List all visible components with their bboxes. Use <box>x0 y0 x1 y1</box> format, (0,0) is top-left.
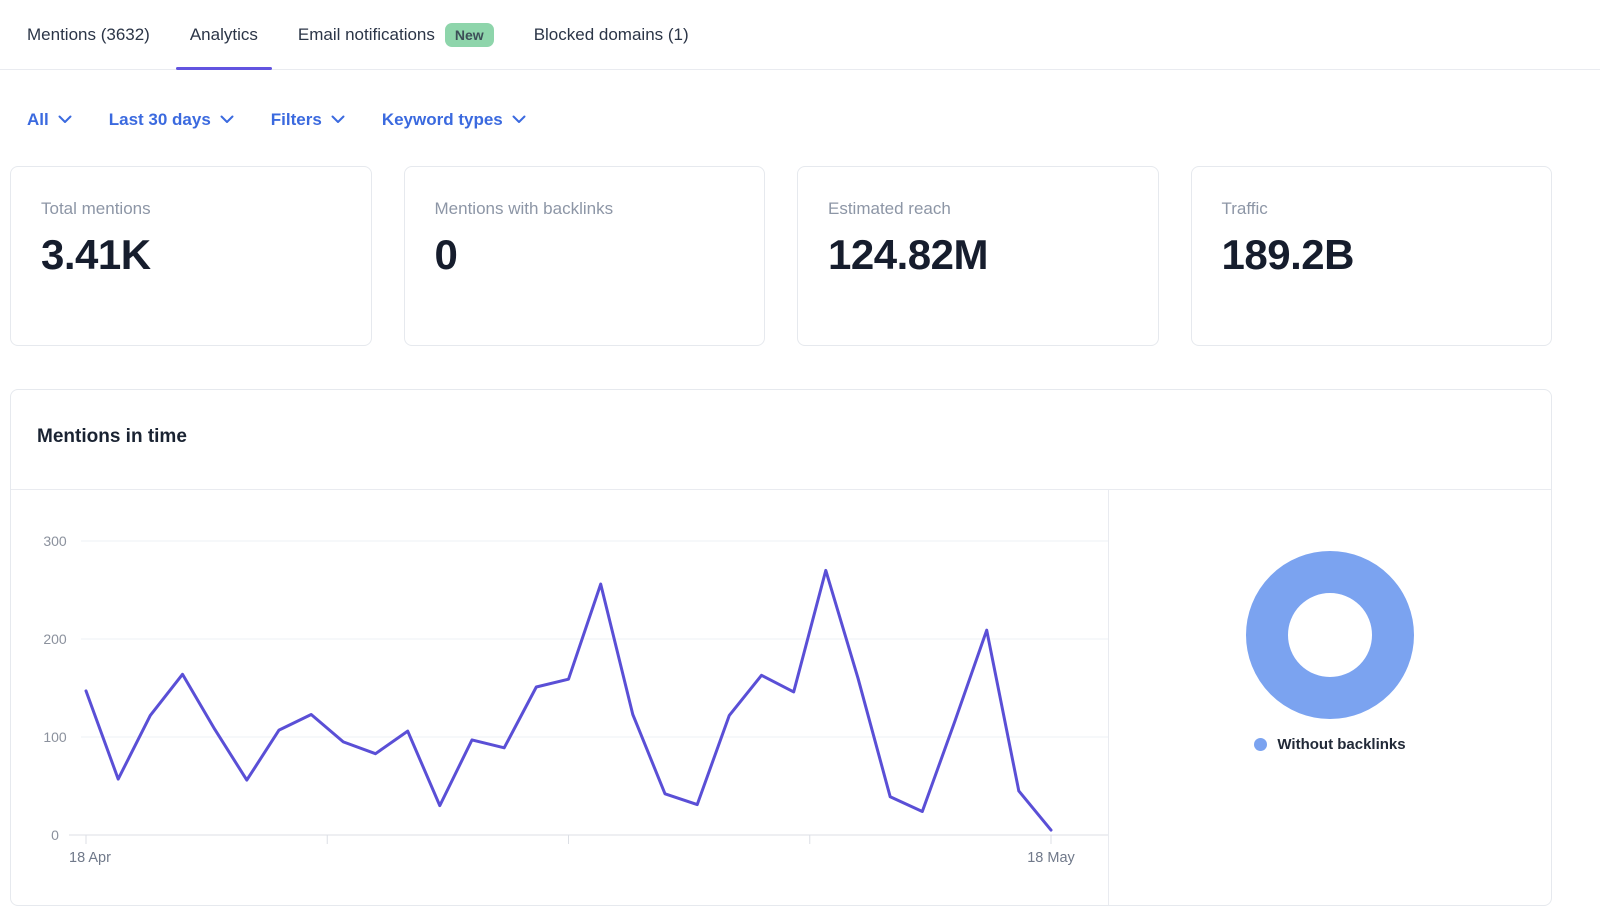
backlinks-donut-chart <box>1246 551 1414 719</box>
svg-text:18 Apr: 18 Apr <box>69 850 111 866</box>
stat-card-estimated-reach: Estimated reach 124.82M <box>797 166 1159 346</box>
filter-keyword-types-dropdown[interactable]: Keyword types <box>382 109 526 130</box>
legend-dot-icon <box>1254 738 1267 751</box>
tab-mentions[interactable]: Mentions (3632) <box>13 0 164 69</box>
stat-card-mentions-with-backlinks: Mentions with backlinks 0 <box>404 166 766 346</box>
filter-label: Keyword types <box>382 110 503 130</box>
filter-date-range-dropdown[interactable]: Last 30 days <box>109 109 234 130</box>
stat-label: Mentions with backlinks <box>435 199 735 219</box>
line-chart-panel: 0 100 200 300 18 Apr 18 May <box>11 490 1108 905</box>
chevron-down-icon <box>58 115 72 124</box>
svg-text:18 May: 18 May <box>1027 850 1075 866</box>
donut-legend: Without backlinks <box>1109 736 1551 753</box>
stat-value: 189.2B <box>1222 232 1522 278</box>
analytics-page: Mentions (3632) Analytics Email notifica… <box>0 0 1600 906</box>
stat-card-total-mentions: Total mentions 3.41K <box>10 166 372 346</box>
stat-value: 124.82M <box>828 232 1128 278</box>
chart-card-header: Mentions in time <box>11 390 1551 490</box>
stat-label: Total mentions <box>41 199 341 219</box>
stat-value: 0 <box>435 232 735 278</box>
filter-label: Filters <box>271 110 322 130</box>
new-badge: New <box>445 23 494 47</box>
chevron-down-icon <box>220 115 234 124</box>
tab-label: Email notifications <box>298 25 435 45</box>
filter-filters-dropdown[interactable]: Filters <box>271 109 345 130</box>
backlinks-donut-panel: Without backlinks <box>1108 490 1551 905</box>
svg-text:200: 200 <box>43 631 67 647</box>
filter-bar: All Last 30 days Filters Keyword types <box>27 109 1600 130</box>
tab-label: Analytics <box>190 25 258 45</box>
tab-bar: Mentions (3632) Analytics Email notifica… <box>0 0 1600 70</box>
tab-label: Blocked domains (1) <box>534 25 689 45</box>
chevron-down-icon <box>331 115 345 124</box>
mentions-in-time-card: Mentions in time 0 100 200 300 18 Apr 18 May … <box>10 389 1552 906</box>
stat-label: Estimated reach <box>828 199 1128 219</box>
stat-cards-row: Total mentions 3.41K Mentions with backl… <box>10 166 1552 346</box>
tab-email-notifications[interactable]: Email notifications New <box>284 0 508 69</box>
filter-label: All <box>27 110 49 130</box>
svg-text:300: 300 <box>43 533 67 549</box>
filter-label: Last 30 days <box>109 110 211 130</box>
chart-title: Mentions in time <box>37 426 1525 448</box>
stat-label: Traffic <box>1222 199 1522 219</box>
mentions-line-chart: 0 100 200 300 18 Apr 18 May <box>11 490 1108 905</box>
chevron-down-icon <box>512 115 526 124</box>
tab-label: Mentions (3632) <box>27 25 150 45</box>
chart-card-body: 0 100 200 300 18 Apr 18 May Without backlinks <box>11 490 1551 905</box>
stat-card-traffic: Traffic 189.2B <box>1191 166 1553 346</box>
legend-label: Without backlinks <box>1277 736 1405 753</box>
svg-text:100: 100 <box>43 729 67 745</box>
svg-text:0: 0 <box>51 827 59 843</box>
tab-analytics[interactable]: Analytics <box>176 0 272 69</box>
stat-value: 3.41K <box>41 232 341 278</box>
tab-blocked-domains[interactable]: Blocked domains (1) <box>520 0 703 69</box>
filter-all-dropdown[interactable]: All <box>27 109 72 130</box>
